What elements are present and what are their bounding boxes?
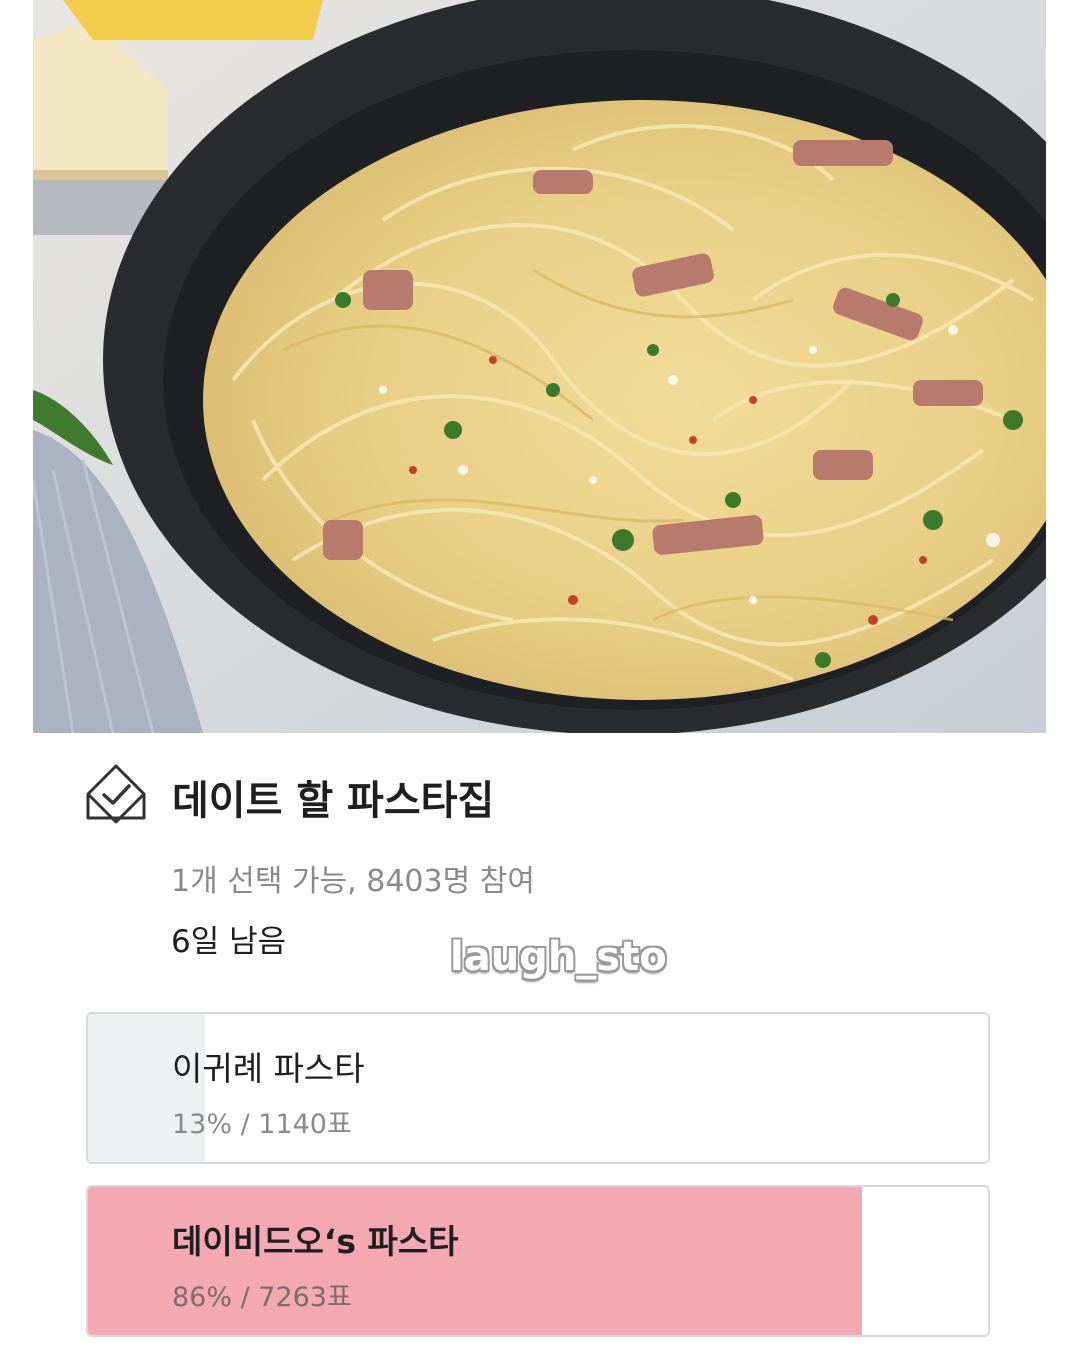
poll-title: 데이트 할 파스타집 — [172, 778, 495, 824]
poll-option-2[interactable]: 데이비드오‘s 파스타 86% / 7263표 — [86, 1185, 990, 1337]
poll-header: 데이트 할 파스타집 — [84, 760, 984, 830]
pasta-photo — [33, 0, 1046, 733]
poll-option-1-label: 이귀례 파스타 — [172, 1049, 365, 1088]
poll-option-2-stats: 86% / 7263표 — [172, 1282, 352, 1313]
checkmark-diamond-icon — [86, 764, 146, 824]
pasta-image — [33, 0, 1046, 733]
poll-option-2-label: 데이비드오‘s 파스타 — [172, 1222, 459, 1261]
poll-remaining-time: 6일 남음 — [171, 924, 287, 960]
poll-option-1-stats: 13% / 1140표 — [172, 1109, 352, 1140]
poll-meta: 1개 선택 가능, 8403명 참여 — [171, 864, 535, 899]
watermark: laugh_sto — [450, 934, 667, 980]
poll-option-1[interactable]: 이귀례 파스타 13% / 1140표 — [86, 1012, 990, 1164]
